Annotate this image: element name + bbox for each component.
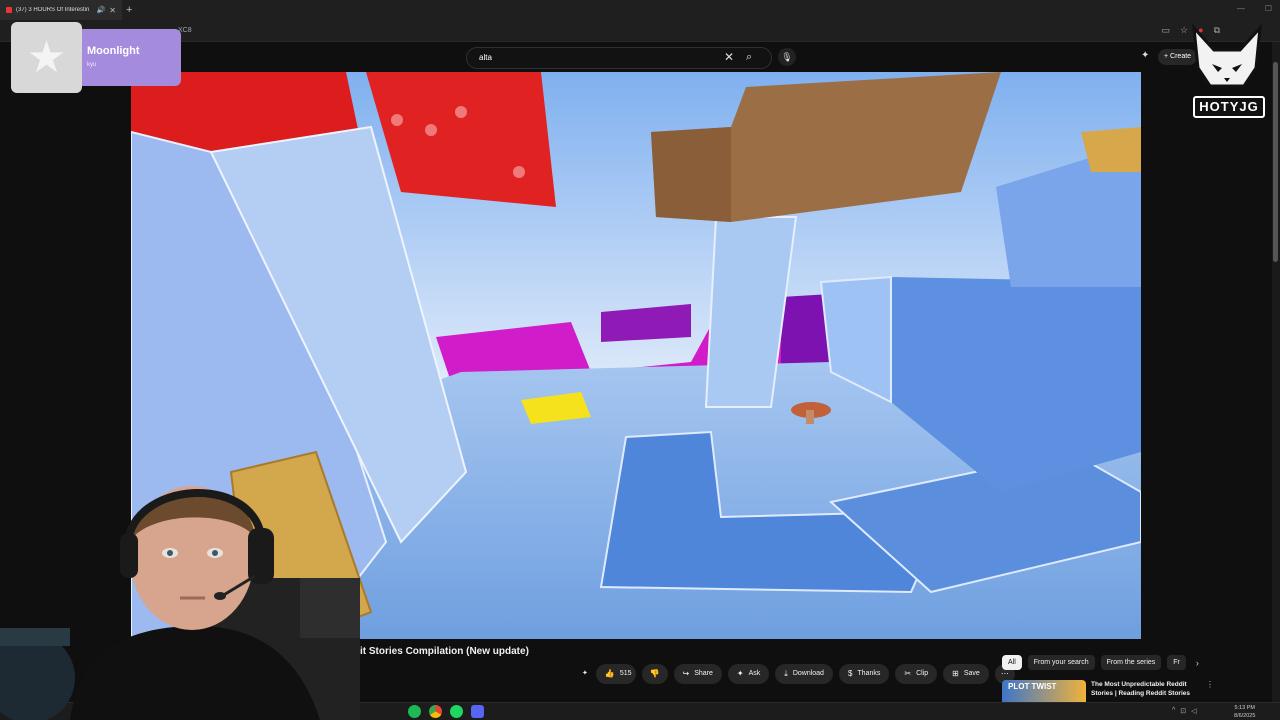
system-tray: ^ ⊡ ◁	[1172, 707, 1197, 715]
webcam-feed	[0, 486, 360, 720]
chip-from-your-search[interactable]: From your search	[1027, 655, 1095, 670]
download-label: Download	[792, 670, 824, 677]
thanks-button[interactable]: $ Thanks	[838, 664, 890, 684]
search-icon[interactable]: ⌕	[746, 51, 752, 64]
taskbar-apps	[408, 705, 484, 718]
more-icon[interactable]: ⋮	[1206, 680, 1214, 702]
like-icon: 👍	[604, 669, 615, 678]
track-artist: kyu	[87, 62, 97, 68]
clock-date: 8/6/2025	[1234, 713, 1256, 719]
clip-icon: ✂	[904, 669, 912, 678]
chevron-right-icon[interactable]: ›	[1196, 658, 1199, 668]
related-filter-chips: All From your search From the series Fr …	[1002, 655, 1199, 670]
dislike-icon: 👎	[649, 669, 660, 678]
clip-label: Clip	[916, 670, 929, 677]
window-controls: — ☐	[1237, 4, 1272, 13]
page-scrollbar[interactable]	[1272, 42, 1280, 702]
save-icon: ⊞	[952, 669, 959, 678]
related-video[interactable]: PLOT TWIST The Most Unpredictable Reddit…	[1002, 680, 1266, 702]
star-icon: ★	[11, 22, 82, 93]
track-title: Moonlight	[87, 45, 140, 57]
webcam-overlay	[0, 458, 410, 720]
spotify-alt-icon[interactable]	[450, 705, 463, 718]
browser-tab-bar: (37) 3 HOURS Of Interestin 🔊 ✕ + — ☐	[0, 0, 1280, 20]
like-count: 515	[619, 670, 632, 677]
clear-search-icon[interactable]: ✕	[724, 50, 734, 64]
minimize-icon[interactable]: —	[1237, 4, 1245, 13]
chip-from-the-series[interactable]: From the series	[1100, 655, 1162, 670]
notification-card	[81, 29, 181, 86]
save-label: Save	[963, 670, 980, 677]
chip-more[interactable]: Fr	[1167, 655, 1186, 670]
related-thumbnail[interactable]: PLOT TWIST	[1002, 680, 1086, 702]
chrome-icon[interactable]	[429, 705, 442, 718]
screen: (37) 3 HOURS Of Interestin 🔊 ✕ + — ☐ XC8…	[0, 0, 1280, 720]
share-label: Share	[694, 670, 713, 677]
search-input[interactable]: alta ✕ ⌕	[466, 47, 772, 69]
search-query[interactable]: alta	[479, 53, 492, 62]
speaker-icon[interactable]: 🔊	[97, 6, 106, 14]
new-tab-button[interactable]: +	[126, 4, 132, 16]
address-bar[interactable]: XC8 ▭ ☆ ● ⧉	[0, 20, 1280, 42]
ask-sparkle-icon: ✦	[736, 669, 744, 678]
share-button[interactable]: ↪ Share	[673, 664, 722, 684]
clock-time: 5:13 PM	[1234, 705, 1255, 711]
youtube-masthead: alta ✕ ⌕	[0, 42, 1280, 72]
now-playing-notification: ★ Moonlight kyu	[11, 22, 181, 93]
dislike-button[interactable]: 👎	[641, 664, 668, 684]
scrollbar-thumb[interactable]	[1273, 62, 1278, 262]
logo-text: HOTYJG	[1193, 96, 1265, 118]
share-icon: ↪	[682, 669, 690, 678]
ask-button[interactable]: ✦ Ask	[727, 664, 770, 684]
cast-icon[interactable]: ▭	[1162, 25, 1171, 36]
thanks-label: Thanks	[857, 670, 881, 677]
chevron-up-icon[interactable]: ^	[1172, 707, 1175, 715]
ask-label: Ask	[748, 670, 761, 677]
discord-icon[interactable]	[471, 705, 484, 718]
related-title[interactable]: The Most Unpredictable Reddit Stories | …	[1091, 680, 1201, 702]
download-button[interactable]: ⤓ Download	[775, 664, 833, 684]
maximize-icon[interactable]: ☐	[1265, 4, 1272, 13]
save-button[interactable]: ⊞ Save	[943, 664, 989, 684]
youtube-favicon	[6, 7, 12, 13]
browser-tab[interactable]: (37) 3 HOURS Of Interestin 🔊 ✕	[0, 0, 122, 20]
download-icon: ⤓	[784, 669, 788, 678]
chip-all[interactable]: All	[1002, 655, 1022, 670]
sparkle-icon[interactable]: ✦	[1141, 50, 1149, 61]
close-icon[interactable]: ✕	[109, 6, 116, 15]
sparkle-icon[interactable]: ✦	[580, 664, 590, 684]
like-button[interactable]: 👍 515	[595, 664, 636, 684]
thanks-icon: $	[847, 669, 853, 678]
tab-title: (37) 3 HOURS Of Interestin	[16, 7, 90, 13]
mic-icon[interactable]: 🎙	[778, 48, 796, 66]
system-clock[interactable]: 5:13 PM 8/6/2025	[1234, 704, 1255, 720]
video-actions: ✦ 👍 515 👎 ↪ Share ✦ Ask ⤓ Download $ Thanks ✂…	[580, 664, 1015, 684]
clip-button[interactable]: ✂ Clip	[895, 664, 938, 684]
volume-icon[interactable]: ◁	[1191, 707, 1196, 715]
network-icon[interactable]: ⊡	[1180, 707, 1186, 715]
